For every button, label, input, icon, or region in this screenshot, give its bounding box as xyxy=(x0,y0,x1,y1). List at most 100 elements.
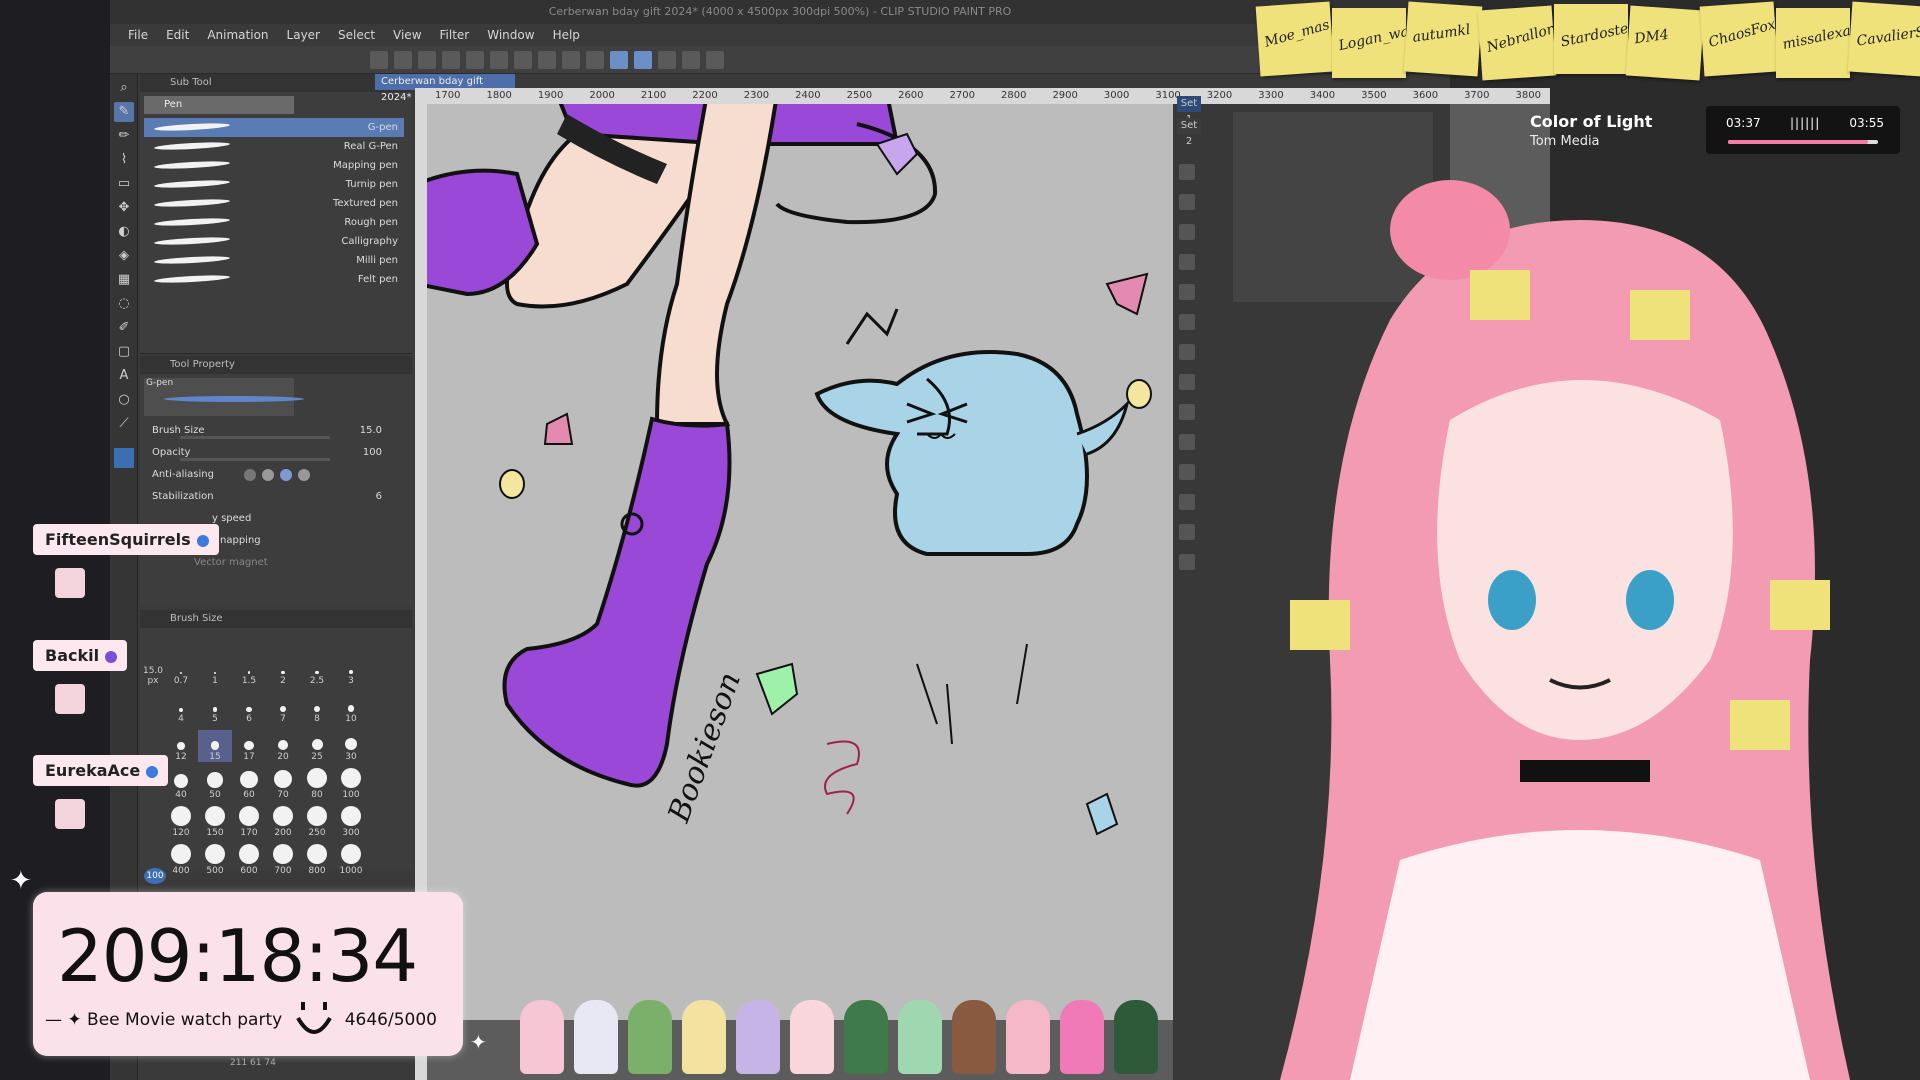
set-2-tab[interactable]: Set 2 xyxy=(1177,118,1201,147)
move-tool-icon[interactable]: ✥ xyxy=(114,198,134,218)
settings-icon[interactable] xyxy=(1179,554,1195,570)
stabilization-row[interactable]: Stabilization 6 xyxy=(140,486,412,508)
brush-size-option[interactable]: 80 xyxy=(300,768,334,800)
clear-icon[interactable] xyxy=(490,50,508,69)
brush-size-option[interactable]: 170 xyxy=(232,806,266,838)
snap-ruler-icon[interactable] xyxy=(610,50,628,69)
brush-size-option[interactable]: 7 xyxy=(266,692,300,724)
fill-tool-icon[interactable]: ◈ xyxy=(114,246,134,266)
brush-size-option[interactable]: 120 xyxy=(164,806,198,838)
menu-animation[interactable]: Animation xyxy=(207,24,268,46)
property-icon[interactable] xyxy=(1179,194,1195,210)
brush-size-option[interactable]: 250 xyxy=(300,806,334,838)
new-file-icon[interactable] xyxy=(370,50,388,69)
rotate-icon[interactable] xyxy=(1179,464,1195,480)
brush-item-rough-pen[interactable]: Rough pen xyxy=(144,213,404,232)
antialias-options[interactable] xyxy=(244,469,310,481)
vector-magnet-row[interactable]: Vector magnet xyxy=(140,552,412,574)
blend-tool-icon[interactable]: ◐ xyxy=(114,222,134,242)
menu-file[interactable]: File xyxy=(128,24,148,46)
gradient-tool-icon[interactable]: ▦ xyxy=(114,270,134,290)
brush-item-textured-pen[interactable]: Textured pen xyxy=(144,194,404,213)
pencil-tool-icon[interactable]: ✏ xyxy=(114,126,134,146)
opacity-row[interactable]: Opacity 100 xyxy=(140,442,412,464)
zoom-tool-icon[interactable]: ⌕ xyxy=(114,78,134,98)
eraser-tool-icon[interactable]: ▭ xyxy=(114,174,134,194)
flip-icon[interactable] xyxy=(1179,434,1195,450)
color-swatch-icon[interactable] xyxy=(114,448,134,468)
drawing-paper[interactable]: Bookieson xyxy=(427,104,1173,1020)
brush-size-option[interactable]: 200 xyxy=(266,806,300,838)
fill-icon[interactable] xyxy=(514,50,532,69)
zoom-side-icon[interactable] xyxy=(1179,494,1195,510)
show-selection-icon[interactable] xyxy=(586,50,604,69)
stabilization-value[interactable]: 6 xyxy=(376,486,382,508)
history-icon[interactable] xyxy=(1179,224,1195,240)
balloon-tool-icon[interactable]: ○ xyxy=(114,390,134,410)
brush-size-option[interactable]: 0.7 xyxy=(164,654,198,686)
antialias-row[interactable]: Anti-aliasing xyxy=(140,464,412,486)
brush-size-option[interactable]: 500 xyxy=(198,844,232,876)
set-1-tab[interactable]: Set 1 xyxy=(1177,96,1201,125)
copy-icon[interactable] xyxy=(1179,314,1195,330)
brush-size-option[interactable]: 2 xyxy=(266,654,300,686)
brush-size-option[interactable]: 20 xyxy=(266,730,300,762)
figure-tool-icon[interactable]: ▢ xyxy=(114,342,134,362)
layer-icon[interactable] xyxy=(1179,164,1195,180)
brush-item-calligraphy[interactable]: Calligraphy xyxy=(144,232,404,251)
brush-tool-icon[interactable]: ⌇ xyxy=(114,150,134,170)
cut-icon[interactable] xyxy=(1179,284,1195,300)
brush-size-option[interactable]: 2.5 xyxy=(300,654,334,686)
brush-item-felt-pen[interactable]: Felt pen xyxy=(144,270,404,289)
opacity-value[interactable]: 100 xyxy=(363,442,382,464)
brush-size-option[interactable]: 300 xyxy=(334,806,368,838)
brush-size-option[interactable]: 17 xyxy=(232,730,266,762)
crop-side-icon[interactable] xyxy=(1179,374,1195,390)
brush-size-row[interactable]: Brush Size 15.0 xyxy=(140,420,412,442)
brush-size-option[interactable]: 60 xyxy=(232,768,266,800)
brush-size-option[interactable]: 4 xyxy=(164,692,198,724)
brush-item-g-pen[interactable]: G-pen xyxy=(144,118,404,137)
eyedropper-tool-icon[interactable]: ✐ xyxy=(114,318,134,338)
brush-item-turnip-pen[interactable]: Turnip pen xyxy=(144,175,404,194)
search-icon[interactable] xyxy=(1179,254,1195,270)
brush-size-option[interactable]: 1000 xyxy=(334,844,368,876)
crop-icon[interactable] xyxy=(562,50,580,69)
opacity-slider[interactable] xyxy=(180,458,330,461)
brush-size-option[interactable]: 400 xyxy=(164,844,198,876)
brush-size-option[interactable]: 70 xyxy=(266,768,300,800)
brush-size-option[interactable]: 100 xyxy=(334,768,368,800)
ruler-tool-icon[interactable]: ⟋ xyxy=(114,414,134,434)
snap-special-ruler-icon[interactable] xyxy=(634,50,652,69)
snap-grid-icon[interactable] xyxy=(658,50,676,69)
transform-side-icon[interactable] xyxy=(1179,344,1195,360)
menu-help[interactable]: Help xyxy=(553,24,580,46)
menu-window[interactable]: Window xyxy=(487,24,534,46)
brush-item-milli-pen[interactable]: Milli pen xyxy=(144,251,404,270)
brush-size-option[interactable]: 800 xyxy=(300,844,334,876)
menu-select[interactable]: Select xyxy=(338,24,375,46)
brush-size-option[interactable]: 8 xyxy=(300,692,334,724)
brush-item-mapping-pen[interactable]: Mapping pen xyxy=(144,156,404,175)
brush-size-option[interactable]: 12 xyxy=(164,730,198,762)
brush-size-option[interactable]: 700 xyxy=(266,844,300,876)
brush-size-option[interactable]: 600 xyxy=(232,844,266,876)
brush-size-value[interactable]: 15.0 xyxy=(360,420,382,442)
menu-layer[interactable]: Layer xyxy=(287,24,320,46)
brush-size-option[interactable]: 1.5 xyxy=(232,654,266,686)
save-icon[interactable] xyxy=(418,50,436,69)
menu-edit[interactable]: Edit xyxy=(166,24,189,46)
text-tool-icon[interactable]: A xyxy=(114,366,134,386)
brush-size-option[interactable]: 30 xyxy=(334,730,368,762)
brush-size-option[interactable]: 25 xyxy=(300,730,334,762)
open-file-icon[interactable] xyxy=(394,50,412,69)
brush-size-option[interactable]: 6 xyxy=(232,692,266,724)
lasso-tool-icon[interactable]: ◌ xyxy=(114,294,134,314)
transform-icon[interactable] xyxy=(538,50,556,69)
brush-size-option[interactable]: 50 xyxy=(198,768,232,800)
undo-icon[interactable] xyxy=(442,50,460,69)
brush-size-option[interactable]: 40 xyxy=(164,768,198,800)
menu-view[interactable]: View xyxy=(393,24,421,46)
redo-icon[interactable] xyxy=(466,50,484,69)
brush-size-option[interactable]: 10 xyxy=(334,692,368,724)
